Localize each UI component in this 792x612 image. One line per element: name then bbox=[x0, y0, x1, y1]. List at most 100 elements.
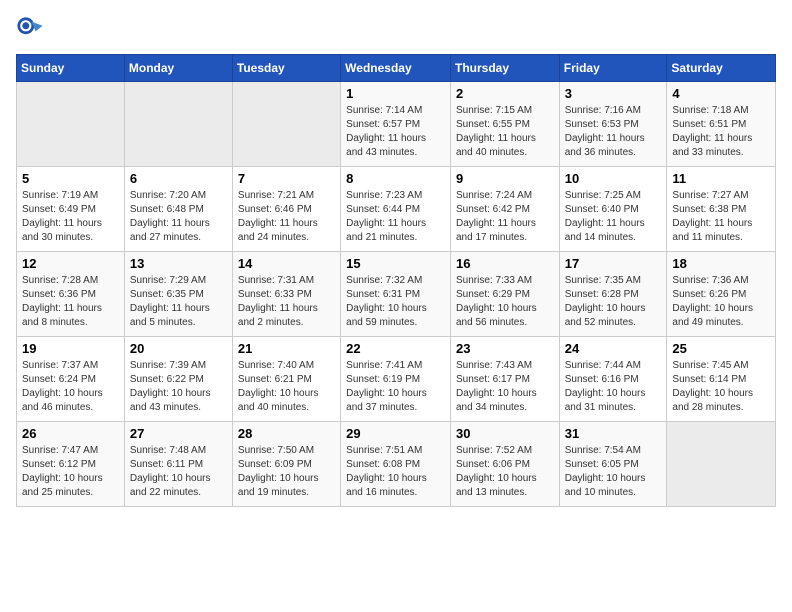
day-number: 18 bbox=[672, 256, 770, 271]
calendar-cell: 13Sunrise: 7:29 AM Sunset: 6:35 PM Dayli… bbox=[124, 252, 232, 337]
calendar-cell: 15 Sunrise: 7:32 AM Sunset: 6:31 PM Dayli… bbox=[341, 252, 451, 337]
day-info: Sunrise: 7:23 AM Sunset: 6:44 PM Dayligh… bbox=[346, 189, 445, 245]
day-info: Sunrise: 7:31 AM Sunset: 6:33 PM Dayligh… bbox=[238, 274, 335, 330]
header-day-saturday: Saturday bbox=[667, 55, 776, 82]
day-info: Sunrise: 7:37 AM Sunset: 6:24 PM Dayligh… bbox=[22, 359, 119, 415]
day-number: 15 bbox=[346, 256, 445, 271]
calendar-cell: 6Sunrise: 7:20 AM Sunset: 6:48 PM Daylig… bbox=[124, 167, 232, 252]
calendar-cell: 8 Sunrise: 7:23 AM Sunset: 6:44 PM Daylig… bbox=[341, 167, 451, 252]
page-header bbox=[16, 16, 776, 44]
calendar-cell: 22Sunrise: 7:41 AM Sunset: 6:19 PM Dayli… bbox=[341, 337, 451, 422]
day-info: Sunrise: 7:50 AM Sunset: 6:09 PM Dayligh… bbox=[238, 444, 335, 500]
header-row: SundayMondayTuesdayWednesdayThursdayFrid… bbox=[17, 55, 776, 82]
day-info: Sunrise: 7:33 AM Sunset: 6:29 PM Dayligh… bbox=[456, 274, 554, 330]
day-info: Sunrise: 7:18 AM Sunset: 6:51 PM Dayligh… bbox=[672, 104, 770, 160]
day-info: Sunrise: 7:24 AM Sunset: 6:42 PM Dayligh… bbox=[456, 189, 554, 245]
calendar-week-4: 19 Sunrise: 7:37 AM Sunset: 6:24 PM Dayli… bbox=[17, 337, 776, 422]
calendar-cell: 29 Sunrise: 7:51 AM Sunset: 6:08 PM Dayli… bbox=[341, 422, 451, 507]
calendar-week-2: 5 Sunrise: 7:19 AM Sunset: 6:49 PM Daylig… bbox=[17, 167, 776, 252]
calendar-cell: 27Sunrise: 7:48 AM Sunset: 6:11 PM Dayli… bbox=[124, 422, 232, 507]
day-number: 6 bbox=[130, 171, 227, 186]
day-number: 29 bbox=[346, 426, 445, 441]
day-info: Sunrise: 7:25 AM Sunset: 6:40 PM Dayligh… bbox=[565, 189, 662, 245]
calendar-cell: 4 Sunrise: 7:18 AM Sunset: 6:51 PM Daylig… bbox=[667, 82, 776, 167]
header-day-monday: Monday bbox=[124, 55, 232, 82]
day-number: 24 bbox=[565, 341, 662, 356]
day-number: 9 bbox=[456, 171, 554, 186]
calendar-cell: 18 Sunrise: 7:36 AM Sunset: 6:26 PM Dayli… bbox=[667, 252, 776, 337]
day-number: 12 bbox=[22, 256, 119, 271]
day-number: 30 bbox=[456, 426, 554, 441]
calendar-body: 1Sunrise: 7:14 AM Sunset: 6:57 PM Daylig… bbox=[17, 82, 776, 507]
day-info: Sunrise: 7:43 AM Sunset: 6:17 PM Dayligh… bbox=[456, 359, 554, 415]
day-info: Sunrise: 7:54 AM Sunset: 6:05 PM Dayligh… bbox=[565, 444, 662, 500]
calendar-cell bbox=[17, 82, 125, 167]
day-info: Sunrise: 7:28 AM Sunset: 6:36 PM Dayligh… bbox=[22, 274, 119, 330]
calendar-cell: 7 Sunrise: 7:21 AM Sunset: 6:46 PM Daylig… bbox=[232, 167, 340, 252]
calendar-cell: 5 Sunrise: 7:19 AM Sunset: 6:49 PM Daylig… bbox=[17, 167, 125, 252]
day-info: Sunrise: 7:27 AM Sunset: 6:38 PM Dayligh… bbox=[672, 189, 770, 245]
calendar-header: SundayMondayTuesdayWednesdayThursdayFrid… bbox=[17, 55, 776, 82]
calendar-table: SundayMondayTuesdayWednesdayThursdayFrid… bbox=[16, 54, 776, 507]
day-number: 10 bbox=[565, 171, 662, 186]
day-number: 3 bbox=[565, 86, 662, 101]
day-number: 1 bbox=[346, 86, 445, 101]
day-number: 31 bbox=[565, 426, 662, 441]
calendar-cell: 11 Sunrise: 7:27 AM Sunset: 6:38 PM Dayli… bbox=[667, 167, 776, 252]
header-day-wednesday: Wednesday bbox=[341, 55, 451, 82]
calendar-cell bbox=[667, 422, 776, 507]
calendar-cell: 23 Sunrise: 7:43 AM Sunset: 6:17 PM Dayli… bbox=[450, 337, 559, 422]
day-number: 11 bbox=[672, 171, 770, 186]
day-number: 28 bbox=[238, 426, 335, 441]
calendar-cell: 19 Sunrise: 7:37 AM Sunset: 6:24 PM Dayli… bbox=[17, 337, 125, 422]
calendar-cell bbox=[124, 82, 232, 167]
header-day-sunday: Sunday bbox=[17, 55, 125, 82]
calendar-cell: 20 Sunrise: 7:39 AM Sunset: 6:22 PM Dayli… bbox=[124, 337, 232, 422]
day-number: 5 bbox=[22, 171, 119, 186]
calendar-week-3: 12 Sunrise: 7:28 AM Sunset: 6:36 PM Dayli… bbox=[17, 252, 776, 337]
day-info: Sunrise: 7:35 AM Sunset: 6:28 PM Dayligh… bbox=[565, 274, 662, 330]
day-info: Sunrise: 7:52 AM Sunset: 6:06 PM Dayligh… bbox=[456, 444, 554, 500]
day-number: 16 bbox=[456, 256, 554, 271]
day-number: 19 bbox=[22, 341, 119, 356]
calendar-cell: 3 Sunrise: 7:16 AM Sunset: 6:53 PM Daylig… bbox=[559, 82, 667, 167]
calendar-cell: 14Sunrise: 7:31 AM Sunset: 6:33 PM Dayli… bbox=[232, 252, 340, 337]
day-info: Sunrise: 7:19 AM Sunset: 6:49 PM Dayligh… bbox=[22, 189, 119, 245]
calendar-cell: 26Sunrise: 7:47 AM Sunset: 6:12 PM Dayli… bbox=[17, 422, 125, 507]
calendar-cell: 10 Sunrise: 7:25 AM Sunset: 6:40 PM Dayli… bbox=[559, 167, 667, 252]
calendar-cell: 24 Sunrise: 7:44 AM Sunset: 6:16 PM Dayli… bbox=[559, 337, 667, 422]
calendar-cell: 1Sunrise: 7:14 AM Sunset: 6:57 PM Daylig… bbox=[341, 82, 451, 167]
day-info: Sunrise: 7:36 AM Sunset: 6:26 PM Dayligh… bbox=[672, 274, 770, 330]
calendar-cell: 17 Sunrise: 7:35 AM Sunset: 6:28 PM Dayli… bbox=[559, 252, 667, 337]
day-number: 27 bbox=[130, 426, 227, 441]
day-number: 2 bbox=[456, 86, 554, 101]
calendar-cell: 21Sunrise: 7:40 AM Sunset: 6:21 PM Dayli… bbox=[232, 337, 340, 422]
day-number: 20 bbox=[130, 341, 227, 356]
day-info: Sunrise: 7:16 AM Sunset: 6:53 PM Dayligh… bbox=[565, 104, 662, 160]
day-number: 8 bbox=[346, 171, 445, 186]
day-number: 4 bbox=[672, 86, 770, 101]
day-info: Sunrise: 7:44 AM Sunset: 6:16 PM Dayligh… bbox=[565, 359, 662, 415]
calendar-cell: 12 Sunrise: 7:28 AM Sunset: 6:36 PM Dayli… bbox=[17, 252, 125, 337]
day-info: Sunrise: 7:39 AM Sunset: 6:22 PM Dayligh… bbox=[130, 359, 227, 415]
day-number: 17 bbox=[565, 256, 662, 271]
header-day-thursday: Thursday bbox=[450, 55, 559, 82]
calendar-cell: 9 Sunrise: 7:24 AM Sunset: 6:42 PM Daylig… bbox=[450, 167, 559, 252]
day-number: 13 bbox=[130, 256, 227, 271]
day-info: Sunrise: 7:51 AM Sunset: 6:08 PM Dayligh… bbox=[346, 444, 445, 500]
day-info: Sunrise: 7:41 AM Sunset: 6:19 PM Dayligh… bbox=[346, 359, 445, 415]
day-info: Sunrise: 7:21 AM Sunset: 6:46 PM Dayligh… bbox=[238, 189, 335, 245]
day-number: 7 bbox=[238, 171, 335, 186]
calendar-cell: 31 Sunrise: 7:54 AM Sunset: 6:05 PM Dayli… bbox=[559, 422, 667, 507]
calendar-cell: 25Sunrise: 7:45 AM Sunset: 6:14 PM Dayli… bbox=[667, 337, 776, 422]
day-number: 21 bbox=[238, 341, 335, 356]
day-info: Sunrise: 7:15 AM Sunset: 6:55 PM Dayligh… bbox=[456, 104, 554, 160]
day-info: Sunrise: 7:47 AM Sunset: 6:12 PM Dayligh… bbox=[22, 444, 119, 500]
day-info: Sunrise: 7:32 AM Sunset: 6:31 PM Dayligh… bbox=[346, 274, 445, 330]
logo-icon bbox=[16, 16, 44, 44]
calendar-week-1: 1Sunrise: 7:14 AM Sunset: 6:57 PM Daylig… bbox=[17, 82, 776, 167]
header-day-tuesday: Tuesday bbox=[232, 55, 340, 82]
day-number: 23 bbox=[456, 341, 554, 356]
calendar-cell bbox=[232, 82, 340, 167]
day-number: 25 bbox=[672, 341, 770, 356]
